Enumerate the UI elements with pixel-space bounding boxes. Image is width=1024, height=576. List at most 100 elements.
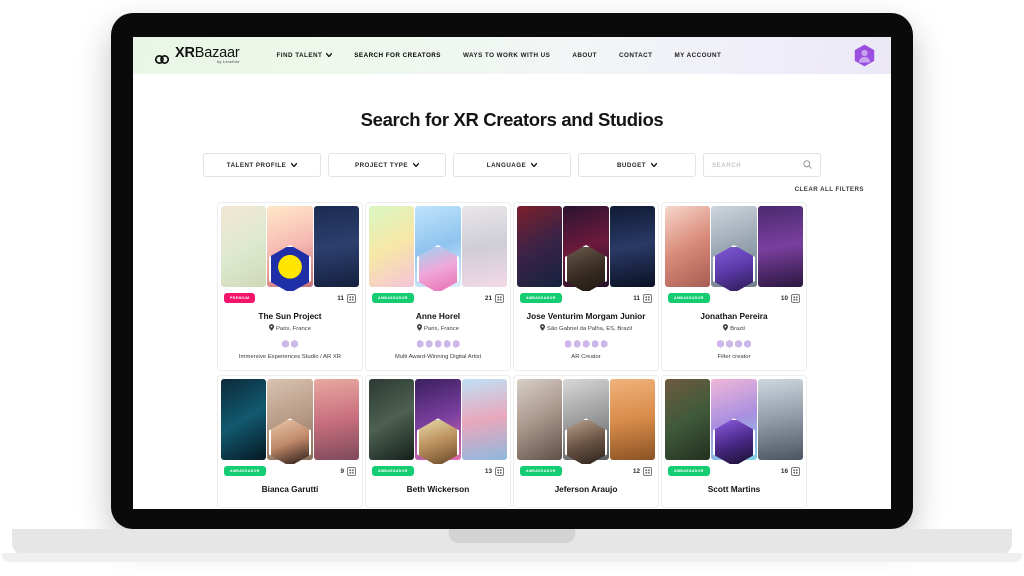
chevron-down-icon bbox=[650, 162, 658, 169]
creator-card[interactable]: AMBASSADOR 21 Anne Horel Paris, France M… bbox=[365, 202, 511, 372]
status-badge: AMBASSADOR bbox=[520, 293, 562, 303]
site-logo[interactable]: XRBazaar by Lensflist bbox=[155, 46, 240, 65]
nav-label: CONTACT bbox=[618, 52, 653, 59]
creator-location-text: São Gabriel da Palha, ES, Brazil bbox=[546, 325, 633, 332]
creator-thumbnail bbox=[517, 206, 563, 287]
creator-role: AR Creator bbox=[571, 353, 601, 360]
creator-media bbox=[218, 203, 362, 293]
nav-label: ABOUT bbox=[572, 52, 597, 59]
logo-text-bold: XR bbox=[175, 44, 195, 61]
filter-language[interactable]: LANGUAGE bbox=[453, 153, 571, 177]
portfolio-count: 11 bbox=[337, 293, 356, 303]
creator-rating bbox=[521, 339, 651, 348]
filter-project-type[interactable]: PROJECT TYPE bbox=[328, 153, 446, 177]
nav-item-my-account[interactable]: MY ACCOUNT bbox=[663, 52, 732, 59]
creator-role: Immersive Experiences Studio / AR XR bbox=[238, 353, 342, 360]
creator-body: Bianca Garutti bbox=[218, 478, 362, 506]
creator-thumbnail bbox=[221, 379, 267, 461]
nav-item-about[interactable]: ABOUT bbox=[561, 52, 608, 59]
portfolio-count: 9 bbox=[340, 466, 356, 476]
portfolio-grid-icon bbox=[347, 466, 356, 476]
screenshot-stage: XRBazaar by Lensflist FIND TALENT SEARCH… bbox=[0, 0, 1024, 576]
creator-card[interactable]: AMBASSADOR 13 Beth Wickerson bbox=[365, 375, 511, 508]
creator-body: Jose Venturim Morgam Junior São Gabriel … bbox=[514, 305, 658, 370]
portfolio-count: 12 bbox=[632, 466, 652, 476]
nav-item-find-talent[interactable]: FIND TALENT bbox=[266, 52, 344, 59]
creator-media bbox=[662, 376, 806, 467]
page-content: Search for XR Creators and Studios TALEN… bbox=[133, 109, 891, 509]
creator-thumbnail bbox=[313, 206, 359, 287]
filter-talent-profile[interactable]: TALENT PROFILE bbox=[203, 153, 321, 177]
laptop-notch bbox=[449, 529, 575, 543]
portfolio-count: 10 bbox=[781, 293, 800, 303]
filter-budget[interactable]: BUDGET bbox=[578, 153, 696, 177]
nav-item-contact[interactable]: CONTACT bbox=[608, 52, 663, 59]
location-pin-icon bbox=[416, 324, 422, 335]
creator-name: The Sun Project bbox=[258, 311, 322, 321]
creator-media bbox=[514, 203, 658, 293]
creator-location: São Gabriel da Palha, ES, Brazil bbox=[521, 324, 651, 335]
creator-body: Jeferson Araujo bbox=[514, 478, 658, 506]
creator-role: Filter creator bbox=[717, 353, 751, 360]
creator-media bbox=[366, 376, 510, 467]
creator-card[interactable]: AMBASSADOR 12 Jeferson Araujo bbox=[513, 375, 659, 508]
portfolio-count-value: 13 bbox=[484, 467, 492, 475]
creator-body: Beth Wickerson bbox=[366, 478, 510, 506]
rating-badge-icon bbox=[573, 339, 581, 348]
filter-label: BUDGET bbox=[616, 161, 647, 169]
creator-name: Jeferson Araujo bbox=[554, 484, 618, 495]
filter-label: LANGUAGE bbox=[486, 161, 527, 169]
creator-body: Anne Horel Paris, France Multi Award-Win… bbox=[366, 305, 510, 370]
portfolio-grid-icon bbox=[791, 293, 800, 303]
portfolio-grid-icon bbox=[495, 293, 504, 303]
main-navigation: FIND TALENT SEARCH FOR CREATORS WAYS TO … bbox=[266, 52, 854, 59]
creator-body: Jonathan Pereira Brazil Filter creator bbox=[662, 305, 806, 370]
portfolio-count: 11 bbox=[633, 293, 652, 303]
creator-media bbox=[662, 203, 806, 293]
creator-card[interactable]: AMBASSADOR 9 Bianca Garutti bbox=[217, 375, 363, 508]
nav-label: WAYS TO WORK WITH US bbox=[462, 52, 551, 59]
nav-label: FIND TALENT bbox=[276, 52, 323, 59]
clear-all-filters-button[interactable]: CLEAR ALL FILTERS bbox=[133, 177, 891, 193]
filter-bar: TALENT PROFILE PROJECT TYPE LANGUAGE BUD… bbox=[133, 153, 891, 177]
status-badge: AMBASSADOR bbox=[372, 293, 414, 303]
creator-name: Jose Venturim Morgam Junior bbox=[526, 311, 646, 321]
nav-item-ways-to-work-with-us[interactable]: WAYS TO WORK WITH US bbox=[452, 52, 561, 59]
creator-card[interactable]: PREMIUM 11 The Sun Project Paris, France… bbox=[217, 202, 363, 372]
location-pin-icon bbox=[723, 324, 729, 335]
nav-label: SEARCH FOR CREATORS bbox=[354, 52, 441, 59]
creator-card[interactable]: AMBASSADOR 16 Scott Martins bbox=[661, 375, 807, 508]
portfolio-grid-icon bbox=[495, 466, 504, 476]
filter-label: PROJECT TYPE bbox=[354, 161, 409, 169]
rating-badge-icon bbox=[735, 339, 742, 348]
page-title: Search for XR Creators and Studios bbox=[360, 109, 664, 130]
portfolio-count-value: 16 bbox=[780, 467, 788, 475]
creator-name: Scott Martins bbox=[707, 484, 761, 495]
logo-wordmark: XRBazaar by Lensflist bbox=[175, 46, 240, 65]
portfolio-count-value: 12 bbox=[632, 467, 640, 475]
infinity-loop-icon bbox=[155, 54, 170, 65]
creator-body: Scott Martins bbox=[662, 478, 806, 506]
creator-location: Brazil bbox=[669, 324, 799, 335]
rating-badge-icon bbox=[591, 339, 599, 348]
creator-thumbnail bbox=[517, 379, 563, 461]
rating-badge-icon bbox=[282, 339, 289, 348]
nav-label: MY ACCOUNT bbox=[674, 52, 722, 59]
creator-card[interactable]: AMBASSADOR 11 Jose Venturim Morgam Junio… bbox=[513, 202, 659, 372]
logo-subtitle: by Lensflist bbox=[217, 60, 240, 65]
location-pin-icon bbox=[539, 324, 545, 335]
creator-card[interactable]: AMBASSADOR 10 Jonathan Pereira Brazil Fi… bbox=[661, 202, 807, 372]
creator-thumbnail bbox=[757, 379, 803, 461]
creator-thumbnail bbox=[221, 206, 267, 287]
status-badge: AMBASSADOR bbox=[668, 293, 710, 303]
portfolio-count-value: 9 bbox=[340, 467, 344, 475]
search-input[interactable]: SEARCH bbox=[703, 153, 821, 177]
user-avatar-hexagon-icon[interactable] bbox=[853, 44, 875, 68]
creator-thumbnail bbox=[609, 206, 655, 287]
portfolio-count: 13 bbox=[484, 466, 504, 476]
nav-item-search-for-creators[interactable]: SEARCH FOR CREATORS bbox=[343, 52, 452, 59]
search-icon[interactable] bbox=[803, 156, 812, 174]
chevron-down-icon bbox=[290, 162, 298, 169]
rating-badge-icon bbox=[726, 339, 733, 348]
creator-thumbnail bbox=[369, 379, 415, 461]
